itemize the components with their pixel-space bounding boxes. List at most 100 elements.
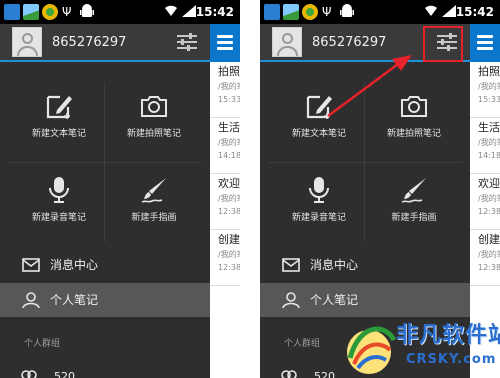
note-title: 拍照笔记 bbox=[478, 65, 500, 78]
note-path: /我的笔记 bbox=[478, 82, 500, 91]
divider bbox=[8, 162, 202, 163]
microphone-icon bbox=[309, 177, 329, 203]
new-text-note-button[interactable]: 新建文本笔记 bbox=[274, 86, 364, 158]
list-item[interactable]: 欢迎使用 /我的笔记 12:38:40 bbox=[470, 174, 500, 230]
note-title: 拍照笔记 bbox=[218, 65, 240, 78]
camera-icon bbox=[141, 96, 167, 117]
menu-item-label: 消息中心 bbox=[310, 258, 359, 272]
tile-label: 新建文本笔记 bbox=[291, 129, 346, 139]
mail-icon bbox=[22, 258, 40, 272]
avatar[interactable] bbox=[272, 27, 302, 57]
note-path: /我的笔记 bbox=[478, 194, 500, 203]
user-id: 865276297 bbox=[312, 35, 387, 50]
crsky-logo bbox=[347, 326, 397, 374]
watermark-text: 非凡软件站 bbox=[396, 323, 500, 348]
note-path: /我的笔记 bbox=[218, 138, 240, 147]
notification-photo-icon bbox=[283, 4, 299, 20]
note-path: /我的笔记 bbox=[218, 194, 240, 203]
usb-icon: Ψ bbox=[322, 5, 332, 19]
note-title: 生活 bbox=[478, 121, 500, 134]
android-icon bbox=[340, 4, 354, 17]
menu-item-personal-notes[interactable]: 个人笔记 bbox=[260, 283, 470, 317]
edit-note-icon bbox=[306, 95, 332, 119]
note-time: 12:38:40 bbox=[218, 207, 240, 216]
signal-icon bbox=[182, 5, 196, 17]
list-item[interactable]: 欢迎使用 /我的笔记 12:38:40 bbox=[210, 174, 240, 230]
notification-app-icon bbox=[264, 4, 280, 20]
new-text-note-button[interactable]: 新建文本笔记 bbox=[14, 86, 104, 158]
phone-screen-left: Ψ 15:42 865276297 新建文本笔记 新建拍照笔记 新建录音笔记 新… bbox=[0, 0, 240, 378]
status-time: 15:42 bbox=[195, 5, 234, 19]
group-item[interactable]: 520 bbox=[0, 362, 210, 378]
new-voice-note-button[interactable]: 新建录音笔记 bbox=[14, 170, 104, 242]
drawer-header: 865276297 bbox=[0, 24, 210, 62]
person-icon bbox=[22, 292, 40, 308]
notification-app-icon bbox=[4, 4, 20, 20]
list-item[interactable]: 创建文本 /我的笔记 12:38:40 bbox=[210, 230, 240, 286]
note-title: 生活 bbox=[218, 121, 240, 134]
tile-label: 新建手指画 bbox=[391, 213, 437, 223]
tile-label: 新建文本笔记 bbox=[31, 129, 86, 139]
note-time: 14:18:21 bbox=[218, 151, 240, 160]
menu-item-label: 个人笔记 bbox=[310, 293, 359, 307]
new-finger-drawing-button[interactable]: 新建手指画 bbox=[369, 170, 459, 242]
new-finger-drawing-button[interactable]: 新建手指画 bbox=[109, 170, 199, 242]
android-icon bbox=[80, 4, 94, 17]
list-item[interactable]: 创建文本 /我的笔记 12:38:40 bbox=[470, 230, 500, 286]
watermark-domain: CRSKY.com bbox=[406, 352, 497, 367]
new-photo-note-button[interactable]: 新建拍照笔记 bbox=[369, 86, 459, 158]
edit-note-icon bbox=[46, 95, 72, 119]
wifi-icon bbox=[425, 5, 437, 16]
note-path: /我的笔记 bbox=[218, 82, 240, 91]
person-icon bbox=[282, 292, 300, 308]
list-item[interactable]: 生活 /我的笔记 14:18:21 bbox=[470, 118, 500, 174]
mail-icon bbox=[282, 258, 300, 272]
camera-icon bbox=[401, 96, 427, 117]
menu-item-message-center[interactable]: 消息中心 bbox=[260, 248, 470, 282]
menu-item-message-center[interactable]: 消息中心 bbox=[0, 248, 210, 282]
note-time: 12:38:40 bbox=[478, 207, 500, 216]
note-title: 欢迎使用 bbox=[478, 177, 500, 190]
new-photo-note-button[interactable]: 新建拍照笔记 bbox=[109, 86, 199, 158]
hamburger-menu-button[interactable] bbox=[470, 24, 500, 62]
brush-icon bbox=[141, 178, 166, 203]
tile-label: 新建录音笔记 bbox=[291, 213, 346, 223]
menu-item-label: 消息中心 bbox=[50, 258, 99, 272]
notification-app-icon bbox=[42, 4, 58, 20]
note-title: 创建文本 bbox=[478, 233, 500, 246]
drawer-menu: 新建文本笔记 新建拍照笔记 新建录音笔记 新建手指画 消息中心 个人笔记 个人群… bbox=[0, 64, 210, 378]
avatar[interactable] bbox=[12, 27, 42, 57]
group-icon bbox=[281, 370, 297, 378]
usb-icon: Ψ bbox=[62, 5, 72, 19]
tile-label: 新建手指画 bbox=[131, 213, 177, 223]
menu-item-personal-notes[interactable]: 个人笔记 bbox=[0, 283, 210, 317]
section-header-groups: 个人群组 bbox=[24, 339, 61, 349]
tile-label: 新建拍照笔记 bbox=[126, 129, 181, 139]
signal-icon bbox=[442, 5, 456, 17]
new-voice-note-button[interactable]: 新建录音笔记 bbox=[274, 170, 364, 242]
brush-icon bbox=[401, 178, 426, 203]
status-time: 15:42 bbox=[455, 5, 494, 19]
note-list: 拍照笔记 /我的笔记 15:33:44 生活 /我的笔记 14:18:21 欢迎… bbox=[210, 62, 240, 378]
notification-photo-icon bbox=[23, 4, 39, 20]
note-time: 12:38:40 bbox=[478, 263, 500, 272]
note-title: 创建文本 bbox=[218, 233, 240, 246]
list-item[interactable]: 生活 /我的笔记 14:18:21 bbox=[210, 118, 240, 174]
group-label: 520 bbox=[54, 370, 75, 378]
note-time: 12:38:40 bbox=[218, 263, 240, 272]
list-item[interactable]: 拍照笔记 /我的笔记 15:33:44 bbox=[210, 62, 240, 118]
divider bbox=[268, 162, 462, 163]
note-path: /我的笔记 bbox=[218, 250, 240, 259]
note-title: 欢迎使用 bbox=[218, 177, 240, 190]
settings-sliders-icon[interactable] bbox=[176, 32, 198, 52]
list-item[interactable]: 拍照笔记 /我的笔记 15:33:44 bbox=[470, 62, 500, 118]
hamburger-menu-button[interactable] bbox=[210, 24, 240, 62]
user-id: 865276297 bbox=[52, 35, 127, 50]
tile-label: 新建拍照笔记 bbox=[386, 129, 441, 139]
note-path: /我的笔记 bbox=[478, 138, 500, 147]
note-time: 15:33:44 bbox=[478, 95, 500, 104]
tile-label: 新建录音笔记 bbox=[31, 213, 86, 223]
status-bar: Ψ 15:42 bbox=[0, 0, 240, 24]
note-time: 14:18:21 bbox=[478, 151, 500, 160]
group-label: 520 bbox=[314, 370, 335, 378]
